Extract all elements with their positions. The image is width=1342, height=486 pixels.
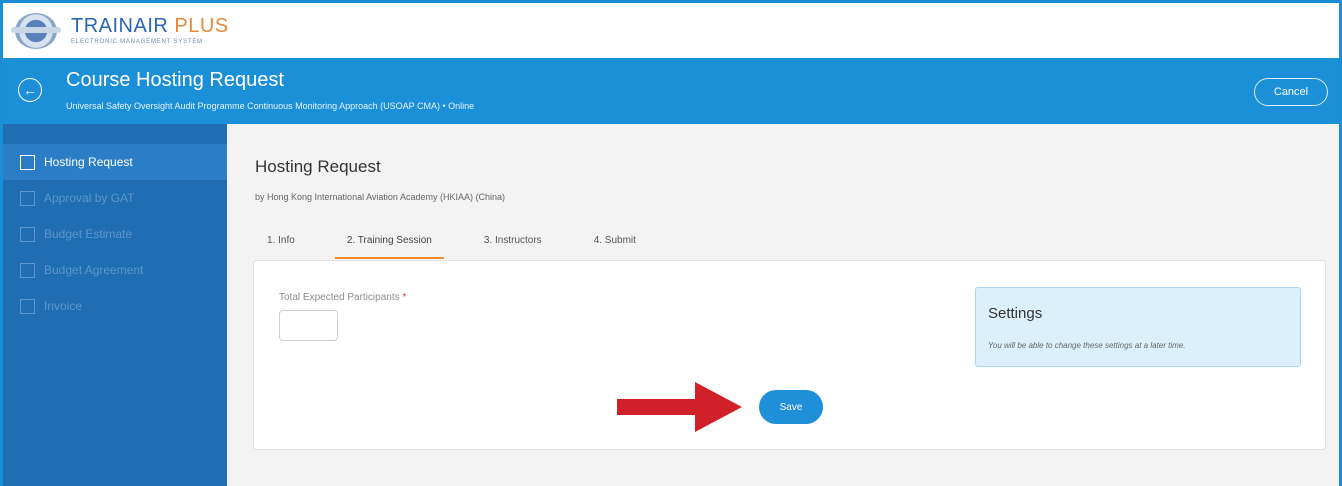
checkbox-icon	[20, 190, 35, 206]
sidebar-item-approval-by-gat[interactable]: Approval by GAT	[3, 180, 227, 216]
brand-name-part2: PLUS	[174, 15, 229, 37]
sidebar-item-budget-agreement[interactable]: Budget Agreement	[3, 252, 227, 288]
sidebar-item-label: Invoice	[44, 299, 83, 313]
brand-name: TRAINAIR PLUS	[71, 16, 229, 36]
red-arrow-icon	[617, 382, 742, 432]
step-tabs: 1. Info 2. Training Session 3. Instructo…	[255, 227, 676, 259]
participants-input[interactable]	[279, 310, 338, 341]
page-title: Hosting Request	[255, 157, 381, 176]
main-content: Hosting Request by Hong Kong Internation…	[227, 124, 1339, 486]
sidebar: Hosting Request Approval by GAT Budget E…	[3, 124, 227, 486]
sidebar-item-label: Approval by GAT	[44, 191, 135, 205]
brand-tagline: ELECTRONIC MANAGEMENT SYSTEM	[71, 39, 203, 45]
sidebar-item-label: Budget Agreement	[44, 263, 144, 277]
save-button[interactable]: Save	[759, 390, 823, 424]
checkbox-icon	[20, 262, 35, 278]
participants-label-text: Total Expected Participants	[279, 292, 400, 303]
sidebar-item-invoice[interactable]: Invoice	[3, 288, 227, 324]
sidebar-item-label: Hosting Request	[44, 155, 133, 169]
cancel-button[interactable]: Cancel	[1254, 78, 1328, 106]
settings-panel: Settings You will be able to change thes…	[975, 287, 1301, 367]
sidebar-item-label: Budget Estimate	[44, 227, 133, 241]
brand-logo[interactable]: TRAINAIR PLUS ELECTRONIC MANAGEMENT SYST…	[71, 16, 229, 45]
required-mark: *	[402, 292, 407, 303]
page-header: ← Course Hosting Request Universal Safet…	[3, 58, 1339, 124]
checkbox-icon	[20, 298, 35, 314]
header-subtitle: Universal Safety Oversight Audit Program…	[66, 101, 475, 111]
checkbox-icon	[20, 226, 35, 242]
header-title: Course Hosting Request	[66, 69, 284, 91]
tab-training-session[interactable]: 2. Training Session	[334, 227, 444, 259]
participants-label: Total Expected Participants *	[279, 292, 406, 303]
tab-instructors[interactable]: 3. Instructors	[472, 227, 554, 259]
training-session-card: Total Expected Participants * Settings Y…	[253, 260, 1326, 450]
checkbox-icon	[20, 154, 35, 170]
sidebar-item-budget-estimate[interactable]: Budget Estimate	[3, 216, 227, 252]
top-logo-bar: TRAINAIR PLUS ELECTRONIC MANAGEMENT SYST…	[3, 3, 1339, 58]
app-frame: TRAINAIR PLUS ELECTRONIC MANAGEMENT SYST…	[3, 3, 1339, 486]
back-arrow-icon[interactable]: ←	[18, 78, 42, 102]
sidebar-list: Hosting Request Approval by GAT Budget E…	[3, 124, 227, 324]
sidebar-item-hosting-request[interactable]: Hosting Request	[3, 144, 227, 180]
icao-emblem-icon	[11, 12, 61, 49]
settings-note: You will be able to change these setting…	[988, 341, 1186, 350]
tab-info[interactable]: 1. Info	[255, 227, 307, 259]
brand-name-part1: TRAINAIR	[71, 15, 169, 37]
settings-title: Settings	[988, 305, 1043, 322]
tab-submit[interactable]: 4. Submit	[582, 227, 648, 259]
page-byline: by Hong Kong International Aviation Acad…	[255, 192, 505, 202]
